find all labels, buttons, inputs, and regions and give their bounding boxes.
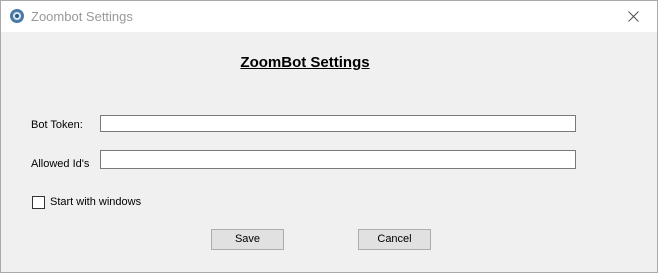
bot-token-input[interactable] [100,115,576,132]
start-with-windows-checkbox[interactable] [32,196,45,209]
allowed-ids-input[interactable] [100,150,576,169]
save-button[interactable]: Save [211,229,284,250]
start-with-windows-label[interactable]: Start with windows [50,195,141,209]
title-bar[interactable]: Zoombot Settings [1,1,657,32]
close-icon [628,11,639,22]
bot-token-label: Bot Token: [31,119,83,131]
settings-heading: ZoomBot Settings [240,54,370,71]
app-icon [10,9,24,23]
allowed-ids-label: Allowed Id's [31,158,90,170]
cancel-button[interactable]: Cancel [358,229,431,250]
window-title: Zoombot Settings [31,9,133,24]
close-button[interactable] [611,1,657,32]
settings-window: Zoombot Settings ZoomBot Settings Bot To… [0,0,658,273]
